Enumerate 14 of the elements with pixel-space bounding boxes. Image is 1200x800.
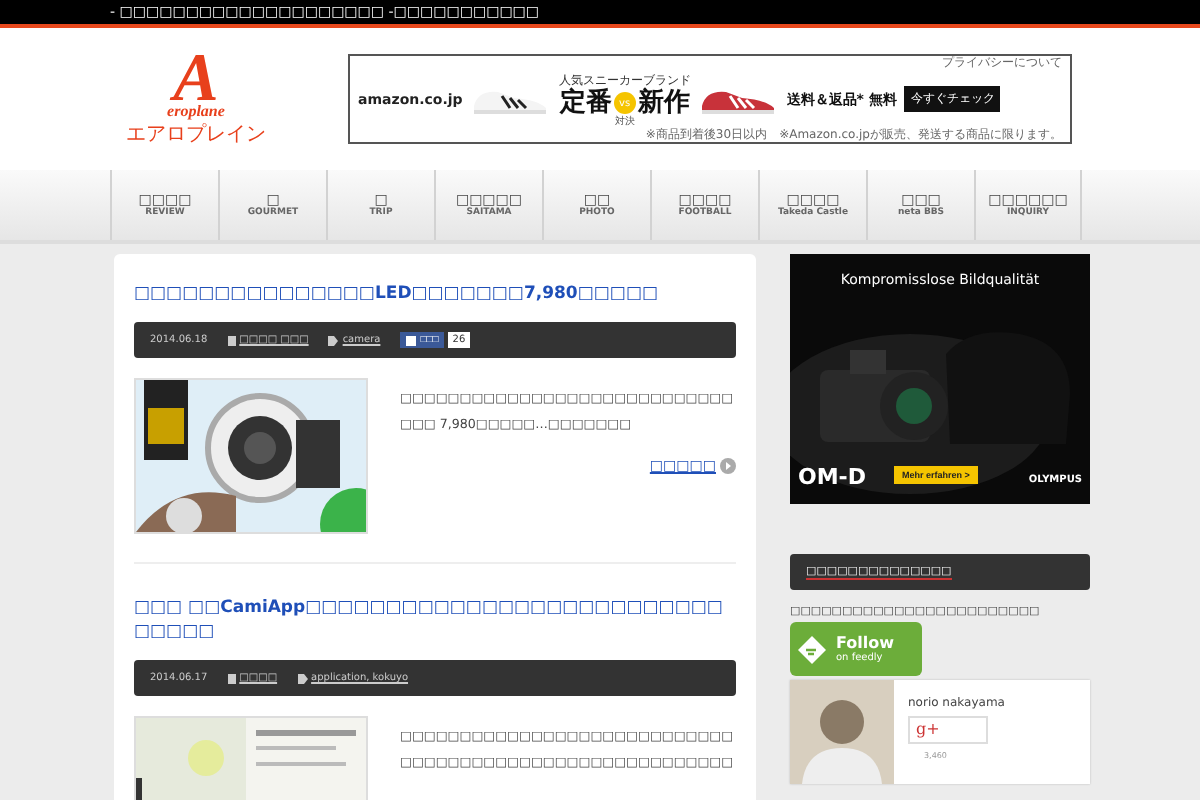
ad-text: 新作 xyxy=(637,89,690,117)
feedly-icon xyxy=(796,633,828,665)
tag-icon xyxy=(297,673,308,683)
post-title[interactable]: □□□ □□CamiApp□□□□□□□□□□□□□□□□□□□□□□□□□□□□□□□ xyxy=(134,596,736,644)
post-title[interactable]: □□□□□□□□□□□□□□□LED□□□□□□□7,980□□□□□ xyxy=(134,282,736,306)
arrow-icon xyxy=(720,458,736,474)
ad-text: 定番 xyxy=(559,89,612,117)
avatar xyxy=(790,680,894,784)
document-icon xyxy=(227,673,236,683)
ad-model: OM-D xyxy=(798,464,866,490)
google-plus-button[interactable]: g+ xyxy=(908,716,988,744)
tag-icon xyxy=(328,335,339,345)
document-icon xyxy=(227,335,236,345)
facebook-icon xyxy=(406,335,417,345)
